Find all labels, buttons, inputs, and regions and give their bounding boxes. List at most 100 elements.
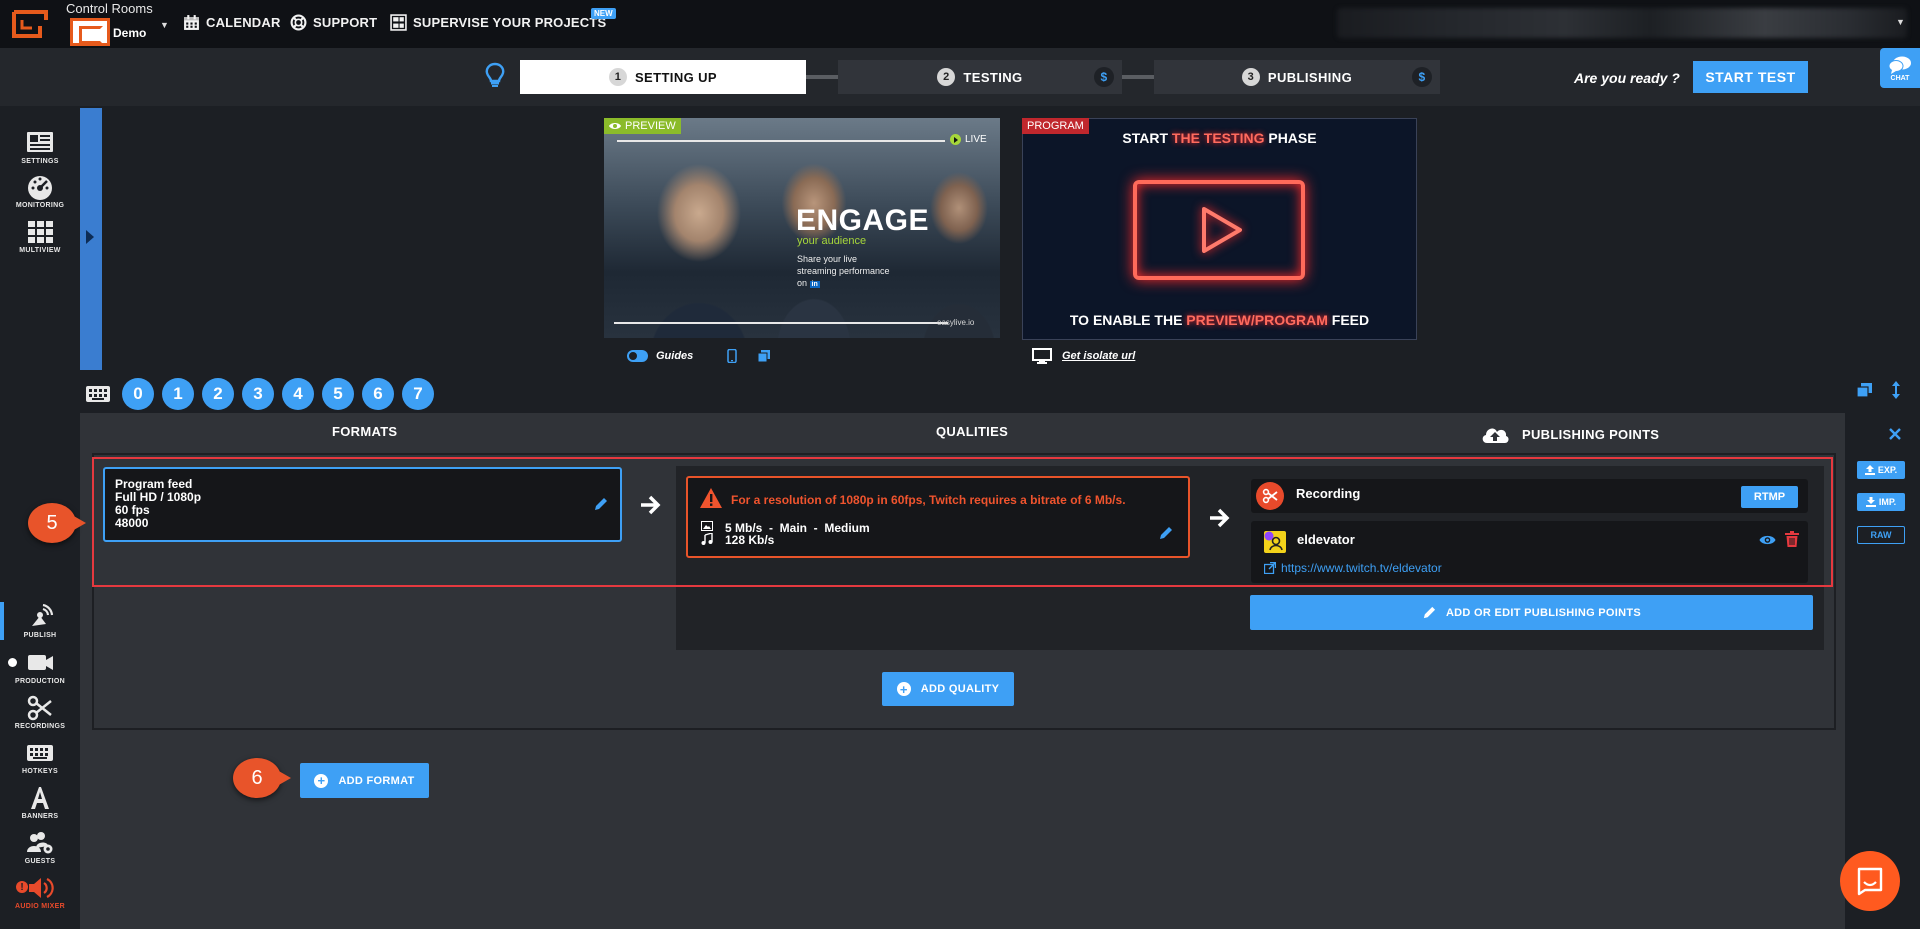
plus-circle-icon: + [896,682,911,696]
hotkey-5-button[interactable]: 5 [322,378,354,410]
arrow-right-icon [1210,508,1230,528]
isolate-url-link[interactable]: Get isolate url [1032,348,1135,364]
copy-icon[interactable] [1856,382,1873,398]
publishing-points-label: PUBLISHING POINTS [1522,426,1660,442]
sidebar-item-hotkeys[interactable]: HOTKEYS [0,740,80,775]
trash-icon[interactable] [1785,531,1799,547]
step-testing[interactable]: 2 TESTING $ [838,60,1122,94]
support-chat-button[interactable] [1840,851,1900,911]
hotkey-4-button[interactable]: 4 [282,378,314,410]
qualities-header: QUALITIES [936,424,1009,439]
sidebar-item-publish[interactable]: PUBLISH [0,604,80,639]
paid-feature-icon: $ [1094,67,1114,87]
nav-supervise-projects[interactable]: SUPERVISE YOUR PROJECTS [390,14,606,31]
nav-supervise-label: SUPERVISE YOUR PROJECTS [413,15,607,30]
import-button[interactable]: IMP. [1857,493,1905,511]
preview-description: Share your live streaming performance on… [797,253,897,291]
preview-headline: ENGAGE [796,204,930,237]
app-logo[interactable] [10,8,50,40]
eye-icon[interactable] [1759,534,1776,546]
program-footer-a: TO ENABLE THE [1069,312,1187,328]
mobile-icon[interactable] [727,349,738,363]
external-link-icon [1264,562,1276,574]
add-edit-publishing-points-button[interactable]: ADD OR EDIT PUBLISHING POINTS [1250,595,1813,630]
pencil-icon [1423,606,1436,618]
guides-toggle[interactable] [627,350,648,362]
lightbulb-icon[interactable] [484,62,506,88]
start-test-button[interactable]: START TEST [1693,61,1808,93]
calendar-icon [184,15,199,30]
hotkey-row: 0 1 2 3 4 5 6 7 [86,378,434,410]
step-number: 1 [608,68,627,86]
guide-line [614,322,948,324]
recording-label: Recording [1296,486,1361,501]
nav-calendar-label: CALENDAR [206,15,281,30]
chat-bubble-icon [1857,867,1883,896]
resize-vertical-icon[interactable] [1891,380,1901,400]
hotkey-6-button[interactable]: 6 [362,378,394,410]
callout-step-6: 6 [233,758,291,798]
hotkey-2-button[interactable]: 2 [202,378,234,410]
step-connector [1122,75,1154,79]
preview-tag: PREVIEW [604,118,681,134]
bitrate-warning: For a resolution of 1080p in 60fps, Twit… [731,493,1126,507]
sidebar-item-monitoring[interactable]: MONITORING [0,174,80,209]
import-label: IMP. [1878,497,1897,507]
copy-icon[interactable] [757,349,771,363]
settings-icon [27,132,53,152]
add-quality-button[interactable]: + ADD QUALITY [882,672,1014,706]
hotkey-3-button[interactable]: 3 [242,378,274,410]
sidebar-item-guests[interactable]: GUESTS [0,830,80,865]
workflow-step-bar: 1 SETTING UP 2 TESTING $ 3 PUBLISHING $ … [0,48,1920,106]
hotkey-1-button[interactable]: 1 [162,378,194,410]
add-format-button[interactable]: + ADD FORMAT [300,763,429,798]
room-name[interactable]: Demo [113,26,146,40]
nav-calendar[interactable]: CALENDAR [183,14,281,31]
sidebar-item-label: GUESTS [24,858,56,865]
collapse-panel-toggle[interactable] [80,108,102,370]
sidebar-item-banners[interactable]: BANNERS [0,785,80,820]
step-setting-up[interactable]: 1 SETTING UP [520,60,806,94]
preview-brand: easylive.io [937,318,975,327]
format-resolution: Full HD / 1080p [115,490,202,504]
step-publishing[interactable]: 3 PUBLISHING $ [1154,60,1440,94]
export-label: EXP. [1877,465,1898,475]
close-icon[interactable] [1889,428,1901,440]
chat-button[interactable]: CHAT [1880,48,1920,88]
users-gear-icon [27,832,53,854]
hotkey-7-button[interactable]: 7 [402,378,434,410]
chevron-down-icon[interactable]: ▼ [160,20,169,30]
add-quality-label: ADD QUALITY [920,683,1000,695]
add-edit-publishing-points-label: ADD OR EDIT PUBLISHING POINTS [1445,606,1642,619]
sidebar-item-audio-mixer[interactable]: AUDIO MIXER [0,875,80,910]
callout-step-5: 5 [28,503,86,543]
keyboard-icon[interactable] [86,386,110,402]
user-account-blurred[interactable] [1337,8,1907,38]
program-title: START THE TESTING PHASE [1022,130,1417,146]
hotkey-0-button[interactable]: 0 [122,378,154,410]
sidebar-item-recordings[interactable]: RECORDINGS [0,695,80,730]
music-icon [701,533,713,545]
sidebar-item-label: MONITORING [15,202,65,209]
nav-support[interactable]: SUPPORT [290,14,377,31]
sidebar-item-settings[interactable]: SETTINGS [0,130,80,165]
sidebar-item-multiview[interactable]: MULTIVIEW [0,219,80,254]
pencil-icon[interactable] [1158,526,1173,541]
scissors-icon [27,695,52,721]
export-button[interactable]: EXP. [1857,461,1905,479]
chevron-down-icon[interactable]: ▼ [1896,17,1905,27]
room-thumbnail[interactable] [70,18,110,46]
sidebar-item-production[interactable]: PRODUCTION [0,650,80,685]
twitch-url-link[interactable]: https://www.twitch.tv/eldevator [1281,561,1442,575]
right-tool-column [1845,413,1920,929]
download-icon [1865,497,1876,507]
format-card[interactable]: Program feed Full HD / 1080p 60 fps 4800… [103,467,622,542]
rtmp-badge[interactable]: RTMP [1741,486,1798,508]
new-badge: NEW [591,8,616,19]
pencil-icon[interactable] [593,497,608,512]
raw-button[interactable]: RAW [1857,526,1905,544]
sidebar-item-label: BANNERS [21,813,59,820]
twitch-channel-name: eldevator [1297,532,1355,547]
warning-icon [700,488,722,508]
paid-feature-icon: $ [1412,67,1432,87]
